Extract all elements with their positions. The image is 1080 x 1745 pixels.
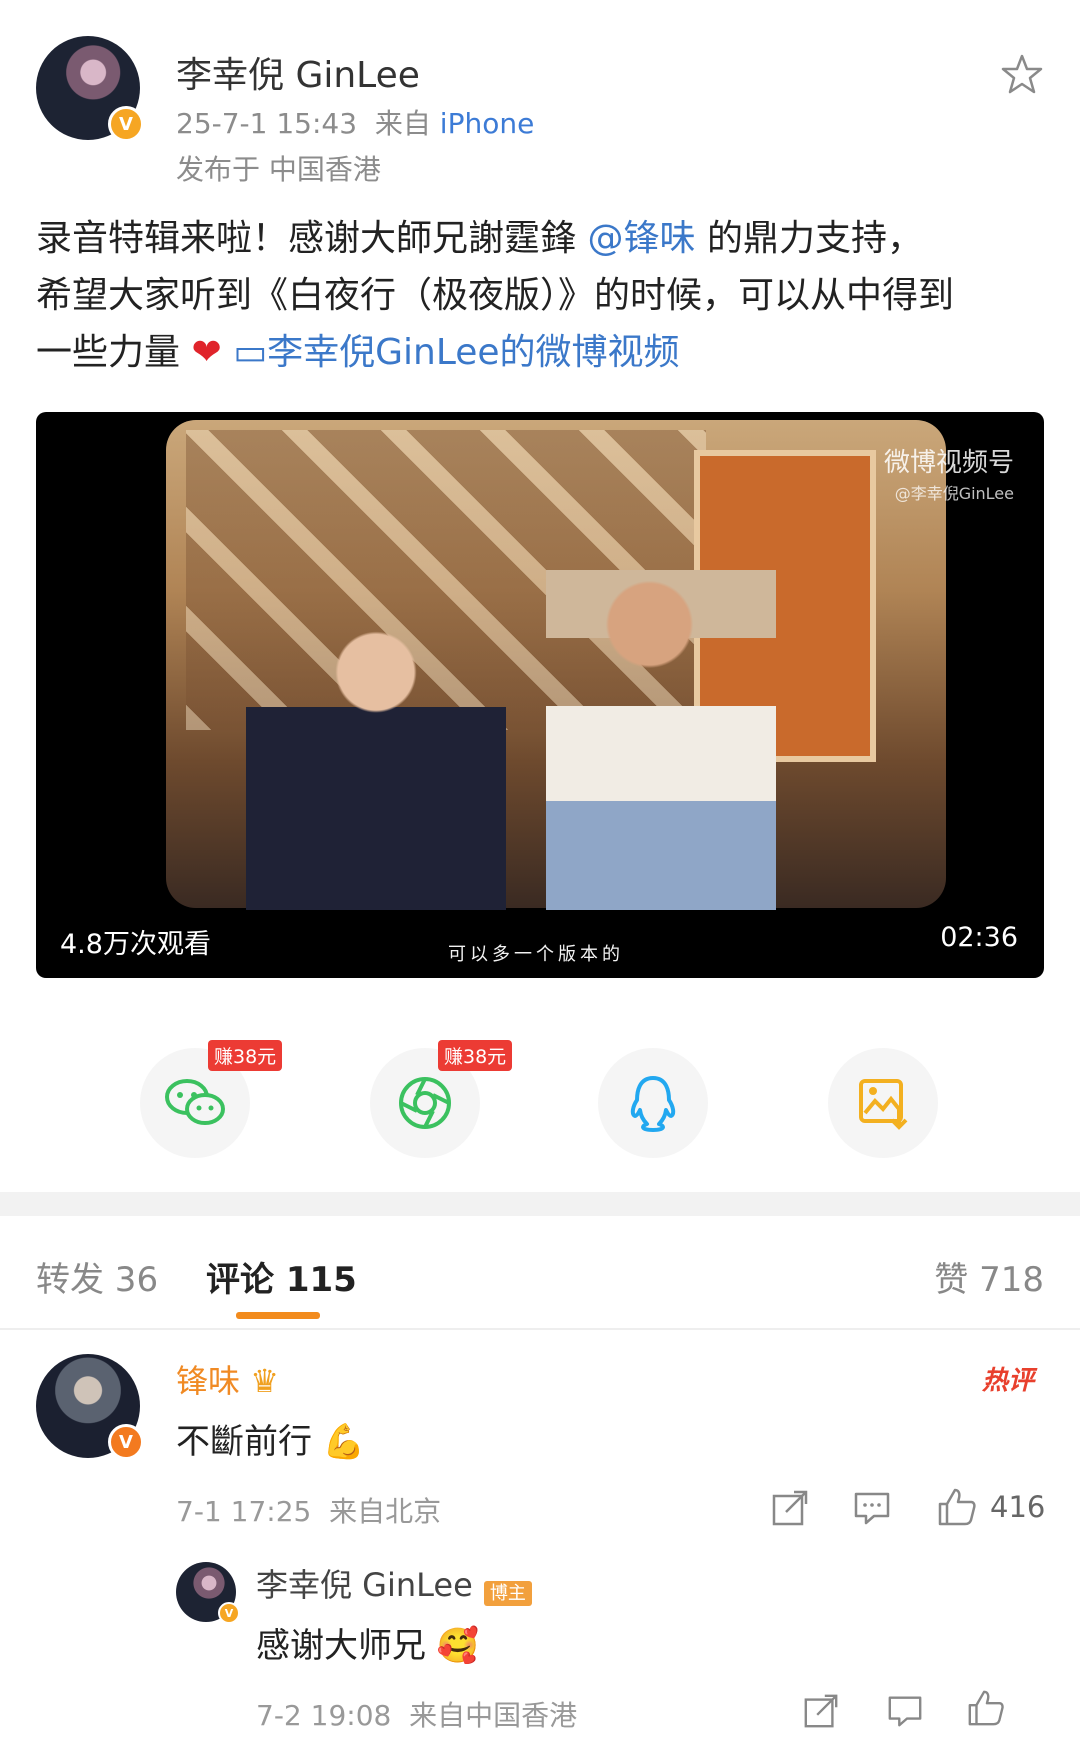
earn-badge: 赚38元 bbox=[208, 1040, 283, 1071]
host-badge: 博主 bbox=[483, 1580, 532, 1606]
post-body: 录音特辑来啦！感谢大師兄謝霆鋒 @锋味 的鼎力支持， 希望大家听到《白夜行（极夜… bbox=[36, 210, 1046, 381]
post-text-segment: 一些力量 bbox=[36, 332, 181, 373]
hot-comment-badge: 热评 bbox=[981, 1366, 1034, 1396]
watermark-username: @李幸倪GinLee bbox=[894, 484, 1014, 503]
comment-text: 不斷前行 💪 bbox=[176, 1414, 365, 1463]
post-text-segment: 录音特辑来啦！感谢大師兄謝霆鋒 bbox=[36, 218, 577, 259]
save-image-icon bbox=[859, 1079, 908, 1130]
wechat-icon bbox=[165, 1079, 225, 1125]
tab-comments[interactable]: 评论 115 bbox=[206, 1252, 357, 1301]
heart-emoji-icon: ❤ bbox=[191, 332, 222, 373]
moments-icon bbox=[399, 1077, 451, 1129]
crown-icon: ♛ bbox=[250, 1362, 279, 1400]
tabs-divider bbox=[0, 1328, 1080, 1330]
section-divider bbox=[0, 1192, 1080, 1216]
favorite-star-icon[interactable] bbox=[1000, 52, 1044, 96]
reply-author-row: 李幸倪 GinLee 博主 bbox=[256, 1560, 532, 1606]
video-scene-person bbox=[246, 620, 506, 910]
commenter-name[interactable]: 锋味 ♛ bbox=[176, 1356, 279, 1402]
view-count: 4.8万次观看 bbox=[60, 929, 211, 960]
commenter-avatar[interactable]: V bbox=[36, 1354, 144, 1460]
video-scene-person bbox=[546, 570, 776, 910]
earn-badge: 赚38元 bbox=[438, 1040, 513, 1071]
like-thumb-icon[interactable] bbox=[966, 1688, 1006, 1728]
verified-badge-icon: V bbox=[108, 106, 144, 142]
post-time: 25-7-1 15:43 bbox=[176, 107, 358, 140]
reply-text-content: 感谢大师兄 bbox=[256, 1626, 426, 1666]
reply-author-name[interactable]: 李幸倪 GinLee bbox=[256, 1566, 473, 1604]
weibo-video-watermark: 微博视频号 bbox=[883, 448, 1014, 478]
post-source-device[interactable]: iPhone bbox=[440, 107, 535, 140]
post-text-segment: 的鼎力支持， bbox=[706, 218, 923, 259]
reply-text: 感谢大师兄 🥰 bbox=[256, 1618, 479, 1667]
comment-location: 来自北京 bbox=[329, 1495, 442, 1528]
video-link[interactable]: 李幸倪GinLee的微博视频 bbox=[267, 332, 679, 373]
post-location: 发布于 中国香港 bbox=[176, 153, 381, 186]
video-link-icon[interactable]: ▭ bbox=[233, 332, 267, 373]
qq-icon bbox=[630, 1076, 676, 1132]
tab-likes[interactable]: 赞 718 bbox=[934, 1252, 1044, 1301]
verified-badge-icon: V bbox=[108, 1424, 144, 1460]
comment-like-count: 416 bbox=[990, 1490, 1046, 1524]
video-player[interactable]: 微博视频号 @李幸倪GinLee 可以多一个版本的 4.8万次观看 02:36 bbox=[36, 412, 1044, 978]
video-subtitle: 可以多一个版本的 bbox=[448, 944, 624, 965]
reply-comment-icon[interactable] bbox=[886, 1692, 924, 1730]
active-tab-indicator bbox=[236, 1312, 320, 1319]
share-icon[interactable] bbox=[770, 1488, 810, 1528]
flower-face-emoji-icon: 🥰 bbox=[436, 1626, 480, 1666]
comment-text-content: 不斷前行 bbox=[176, 1422, 312, 1462]
reply-avatar[interactable]: V bbox=[176, 1562, 240, 1624]
post-line-3: 一些力量 ❤ ▭李幸倪GinLee的微博视频 bbox=[36, 324, 1046, 381]
reply-time: 7-2 19:08 bbox=[256, 1699, 392, 1732]
comment-meta: 7-1 17:25 来自北京 bbox=[176, 1490, 441, 1530]
save-image-button[interactable] bbox=[828, 1048, 938, 1158]
post-line-2: 希望大家听到《白夜行（极夜版）》的时候，可以从中得到 bbox=[36, 275, 955, 316]
post-line-1: 录音特辑来啦！感谢大師兄謝霆鋒 @锋味 的鼎力支持， bbox=[36, 210, 1046, 267]
verified-badge-icon: V bbox=[218, 1602, 240, 1624]
tab-repost[interactable]: 转发 36 bbox=[36, 1252, 158, 1301]
author-avatar[interactable]: V bbox=[36, 36, 144, 142]
reply-meta: 7-2 19:08 来自中国香港 bbox=[256, 1694, 577, 1734]
commenter-name-text[interactable]: 锋味 bbox=[176, 1362, 240, 1400]
video-thumbnail bbox=[166, 420, 946, 910]
share-qq-button[interactable] bbox=[598, 1048, 708, 1158]
reply-comment-icon[interactable] bbox=[852, 1488, 892, 1528]
reply-location: 来自中国香港 bbox=[409, 1699, 578, 1732]
video-duration: 02:36 bbox=[940, 922, 1018, 953]
like-thumb-icon[interactable] bbox=[936, 1486, 978, 1528]
flexed-arm-emoji-icon: 💪 bbox=[322, 1422, 366, 1462]
author-name[interactable]: 李幸倪 GinLee bbox=[176, 46, 420, 98]
share-icon[interactable] bbox=[802, 1692, 840, 1730]
mention-link[interactable]: @锋味 bbox=[587, 218, 695, 259]
comment-time: 7-1 17:25 bbox=[176, 1495, 312, 1528]
post-source-prefix: 来自 bbox=[374, 107, 431, 140]
post-meta: 25-7-1 15:43 来自 iPhone bbox=[176, 102, 534, 142]
